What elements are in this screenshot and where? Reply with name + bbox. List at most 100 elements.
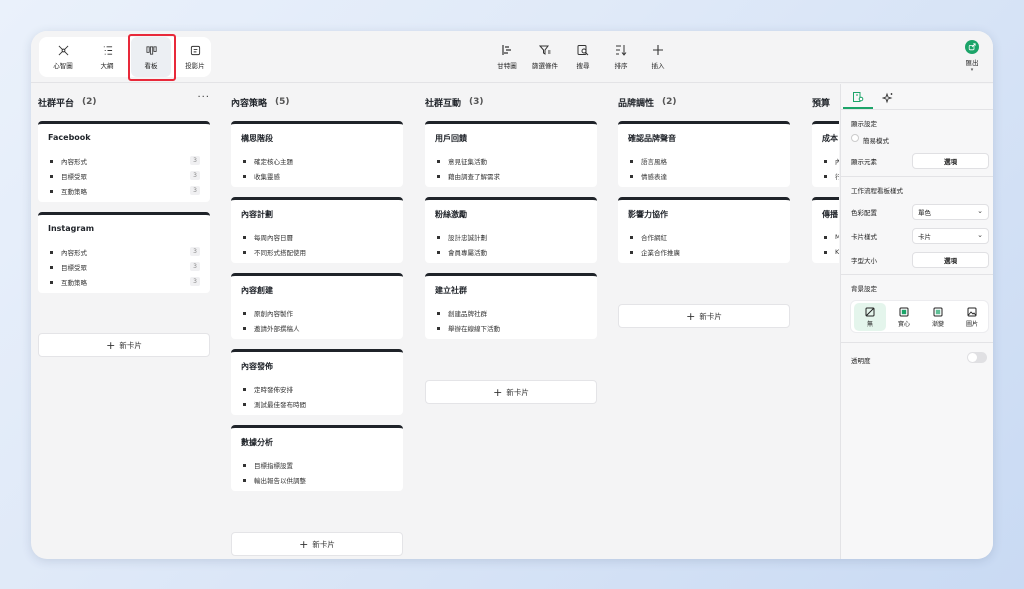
view-outline-button[interactable]: 大綱 <box>87 37 127 77</box>
card-item: 合作網紅 <box>630 232 780 242</box>
plus-icon <box>653 45 663 55</box>
card[interactable]: 內容計劃 每周內容日曆 不同形式搭配使用 <box>231 197 403 263</box>
card-item: 定時發佈安排 <box>243 384 393 394</box>
bg-option-gradient[interactable]: 漸變 <box>922 303 954 331</box>
card[interactable]: 傳播 M K <box>812 197 839 263</box>
divider <box>841 109 993 110</box>
card-title: 粉絲激勵 <box>435 210 467 219</box>
card[interactable]: 確認品牌聲音 語言風格 情感表達 <box>618 121 790 187</box>
card-item: 企業合作推廣 <box>630 247 780 257</box>
card[interactable]: 建立社群 創建品牌社群 舉辦在線線下活動 <box>425 273 597 339</box>
column-title: 內容策略 <box>231 98 268 109</box>
add-card-button[interactable]: + 新卡片 <box>425 380 597 404</box>
card[interactable]: 用戶回饋 意見征集活動 藉由調查了解需求 <box>425 121 597 187</box>
workflow-style-heading: 工作流程看板樣式 <box>851 187 903 195</box>
card-item: 會員專屬活動 <box>437 247 587 257</box>
bg-option-solid[interactable]: 實心 <box>888 303 920 331</box>
tool-label: 篩選條件 <box>532 62 558 70</box>
card-item: 收集靈感 <box>243 171 393 181</box>
gradient-icon <box>933 307 943 316</box>
card-title: 構思階段 <box>241 134 273 143</box>
more-icon[interactable]: ··· <box>197 92 210 103</box>
add-card-button[interactable]: + 新卡片 <box>618 304 790 328</box>
insert-button[interactable]: 插入 <box>636 39 680 75</box>
card-item: 內容形式 3 <box>50 156 200 166</box>
image-icon <box>967 307 977 316</box>
opacity-toggle[interactable] <box>967 352 987 363</box>
card[interactable]: 數據分析 目標指標設置 輸出報告以供調整 <box>231 425 403 491</box>
card-item: 確定核心主題 <box>243 156 393 166</box>
card-title: 成本 <box>822 134 838 143</box>
highlight-annotation <box>128 34 176 81</box>
subitem-count: 3 <box>190 262 200 271</box>
card-item: 原創內容製作 <box>243 308 393 318</box>
filter-icon <box>539 45 551 55</box>
card[interactable]: 影響力協作 合作網紅 企業合作推廣 <box>618 197 790 263</box>
chevron-down-icon: ▾ <box>970 67 974 73</box>
none-icon <box>865 307 875 316</box>
bg-option-image[interactable]: 圖片 <box>956 303 988 331</box>
tab-board-settings[interactable] <box>843 87 873 109</box>
display-elements-button[interactable]: 選項 <box>912 153 989 169</box>
column-header: 內容策略 (5) <box>231 94 403 110</box>
view-label: 大綱 <box>100 61 114 70</box>
opacity-label: 透明度 <box>851 357 871 365</box>
card-title: Facebook <box>48 133 91 142</box>
view-switcher: 心智圖 大綱 看板 投影片 <box>39 34 211 81</box>
subitem-count: 3 <box>190 171 200 180</box>
column-count: (2) <box>82 97 97 107</box>
view-mindmap-button[interactable]: 心智圖 <box>43 37 83 77</box>
simple-mode-label: 簡易模式 <box>863 137 889 145</box>
column-title: 社群互動 <box>425 98 462 109</box>
simple-mode-checkbox[interactable] <box>851 134 859 142</box>
solid-icon <box>899 307 909 316</box>
card-title: 傳播 <box>822 210 838 219</box>
column-header: 品牌調性 (2) <box>618 94 790 110</box>
card[interactable]: 粉絲激勵 設計忠誠計劃 會員專屬活動 <box>425 197 597 263</box>
background-heading: 背景設定 <box>851 285 877 293</box>
export-button[interactable]: 匯出 ▾ <box>959 40 985 76</box>
view-slides-button[interactable]: 投影片 <box>175 37 215 77</box>
chevron-down-icon: ⌄ <box>977 207 983 215</box>
card-item: 目標受眾 3 <box>50 262 200 272</box>
card-item: M <box>824 232 839 242</box>
column-title: 社群平台 <box>38 98 75 109</box>
card[interactable]: 內容創建 原創內容製作 邀請外部撰稿人 <box>231 273 403 339</box>
card[interactable]: 內容發佈 定時發佈安排 測試最佳發布時間 <box>231 349 403 415</box>
sort-icon <box>616 45 627 56</box>
card[interactable]: 成本 內 行 <box>812 121 839 187</box>
subitem-count: 3 <box>190 277 200 286</box>
font-size-button[interactable]: 選項 <box>912 252 989 268</box>
slides-icon <box>190 45 200 55</box>
export-label: 匯出 <box>965 59 979 67</box>
card-item: 內容形式 3 <box>50 247 200 257</box>
tab-ai[interactable] <box>873 87 903 109</box>
card-item: 邀請外部撰稿人 <box>243 323 393 333</box>
tool-label: 排序 <box>614 62 628 70</box>
font-size-label: 字型大小 <box>851 257 877 265</box>
plus-icon: + <box>299 537 309 551</box>
card-item: K <box>824 247 839 257</box>
color-scheme-label: 色彩配置 <box>851 209 877 217</box>
column-count: (5) <box>275 97 290 107</box>
card-style-select[interactable]: 卡片 ⌄ <box>912 228 989 244</box>
card-item: 舉辦在線線下活動 <box>437 323 587 333</box>
color-scheme-select[interactable]: 單色 ⌄ <box>912 204 989 220</box>
tool-label: 甘特圖 <box>497 62 517 70</box>
background-options: 無 實心 漸變 圖片 <box>850 300 989 333</box>
card-item: 情感表達 <box>630 171 780 181</box>
card-title: 確認品牌聲音 <box>628 134 676 143</box>
bg-option-none[interactable]: 無 <box>854 303 886 331</box>
card-item: 輸出報告以供調整 <box>243 475 393 485</box>
card[interactable]: 構思階段 確定核心主題 收集靈感 <box>231 121 403 187</box>
add-card-button[interactable]: + 新卡片 <box>231 532 403 556</box>
add-card-button[interactable]: + 新卡片 <box>38 333 210 357</box>
card-item: 目標指標設置 <box>243 460 393 470</box>
card-title: 影響力協作 <box>628 210 668 219</box>
card[interactable]: Instagram 內容形式 3 目標受眾 3 互動策略 3 <box>38 212 210 293</box>
subitem-count: 3 <box>190 186 200 195</box>
card[interactable]: Facebook 內容形式 3 目標受眾 3 互動策略 3 <box>38 121 210 202</box>
card-item: 藉由調查了解需求 <box>437 171 587 181</box>
card-title: 用戶回饋 <box>435 134 467 143</box>
column-header: 社群互動 (3) <box>425 94 597 110</box>
